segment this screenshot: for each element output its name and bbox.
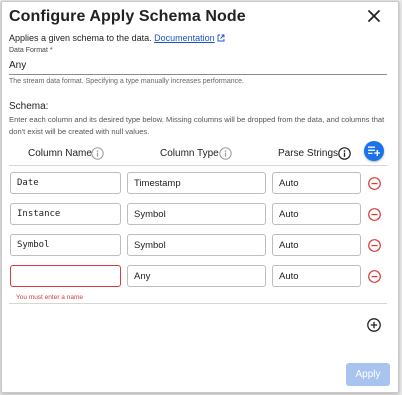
subtitle-text: Applies a given schema to the data. — [9, 33, 152, 43]
add-column-icon — [368, 146, 380, 156]
column-type-select[interactable]: Symbol — [127, 203, 266, 225]
column-name-input[interactable]: Date — [10, 172, 121, 194]
column-name-header: Column Name — [28, 148, 92, 159]
dialog-title: Configure Apply Schema Node — [9, 8, 246, 25]
column-name-info-icon[interactable] — [91, 147, 104, 160]
dialog-subtitle: Applies a given schema to the data. Docu… — [9, 33, 225, 43]
column-name-input[interactable]: Instance — [10, 203, 121, 225]
schema-description: Enter each column and its desired type b… — [9, 115, 385, 136]
configure-apply-schema-dialog: Configure Apply Schema Node Applies a gi… — [1, 1, 399, 393]
column-type-header: Column Type — [160, 148, 219, 159]
column-type-info-icon[interactable] — [219, 147, 232, 160]
parse-strings-info-icon[interactable] — [338, 147, 351, 160]
column-name-input[interactable]: Symbol — [10, 234, 121, 256]
data-format-label: Data Format * — [9, 47, 53, 54]
column-type-select[interactable]: Symbol — [127, 234, 266, 256]
rows-divider — [9, 303, 387, 304]
remove-row-icon[interactable] — [368, 239, 381, 252]
parse-strings-select[interactable]: Auto — [272, 172, 361, 194]
data-format-select[interactable]: Any — [9, 60, 26, 71]
parse-strings-header: Parse Strings — [278, 148, 339, 159]
data-format-underline — [9, 74, 387, 75]
schema-label: Schema: — [9, 101, 49, 112]
data-format-help: The stream data format. Specifying a typ… — [9, 78, 244, 85]
remove-row-icon[interactable] — [368, 270, 381, 283]
column-name-error-message: You must enter a name — [16, 294, 83, 301]
add-column-button[interactable] — [364, 141, 384, 161]
remove-row-icon[interactable] — [368, 208, 381, 221]
parse-strings-select[interactable]: Auto — [272, 203, 361, 225]
parse-strings-select[interactable]: Auto — [272, 234, 361, 256]
column-name-input-error[interactable] — [10, 265, 121, 287]
add-row-icon[interactable] — [367, 318, 381, 332]
external-link-icon[interactable] — [217, 34, 225, 42]
remove-row-icon[interactable] — [368, 177, 381, 190]
close-icon[interactable] — [366, 8, 382, 24]
column-type-select[interactable]: Any — [127, 265, 266, 287]
documentation-link[interactable]: Documentation — [154, 33, 215, 43]
apply-button[interactable]: Apply — [346, 363, 390, 386]
header-divider — [9, 165, 387, 166]
parse-strings-select[interactable]: Auto — [272, 265, 361, 287]
column-type-select[interactable]: Timestamp — [127, 172, 266, 194]
